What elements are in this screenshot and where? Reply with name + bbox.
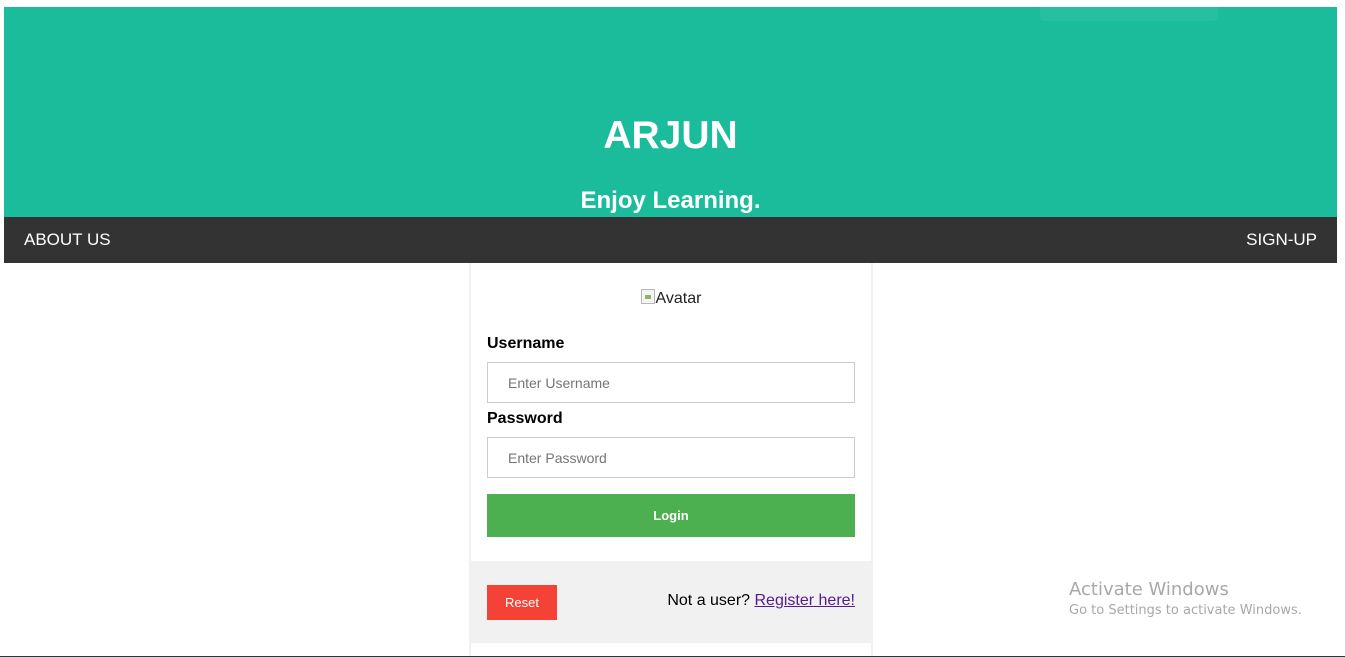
reset-button[interactable]: Reset — [487, 585, 557, 620]
nav-about-us-link[interactable]: ABOUT US — [24, 217, 111, 263]
windows-activation-watermark: Activate Windows Go to Settings to activ… — [1069, 579, 1302, 621]
broken-image-icon — [640, 289, 655, 304]
site-header: ARJUN Enjoy Learning. — [4, 7, 1337, 217]
password-input[interactable] — [487, 437, 855, 478]
avatar-alt-text: Avatar — [655, 290, 702, 307]
site-tagline: Enjoy Learning. — [580, 187, 761, 214]
username-label: Username — [487, 335, 565, 352]
login-form-footer: Reset Not a user? Register here! — [471, 561, 871, 643]
activation-title: Activate Windows — [1069, 579, 1229, 600]
register-prompt-text: Not a user? — [667, 592, 755, 609]
site-title: ARJUN — [603, 114, 738, 157]
login-button[interactable]: Login — [487, 494, 855, 537]
nav-sign-up-link[interactable]: SIGN-UP — [1246, 217, 1317, 263]
username-input[interactable] — [487, 362, 855, 403]
register-link[interactable]: Register here! — [755, 592, 856, 609]
top-navbar: ABOUT US SIGN-UP — [4, 217, 1337, 263]
avatar: Avatar — [471, 289, 871, 308]
password-label: Password — [487, 410, 563, 427]
login-form: Avatar Username Password Login Reset Not… — [469, 263, 873, 657]
activation-subtitle: Go to Settings to activate Windows. — [1069, 603, 1302, 618]
header-tab-strip — [1040, 7, 1218, 21]
register-prompt: Not a user? Register here! — [667, 592, 855, 610]
